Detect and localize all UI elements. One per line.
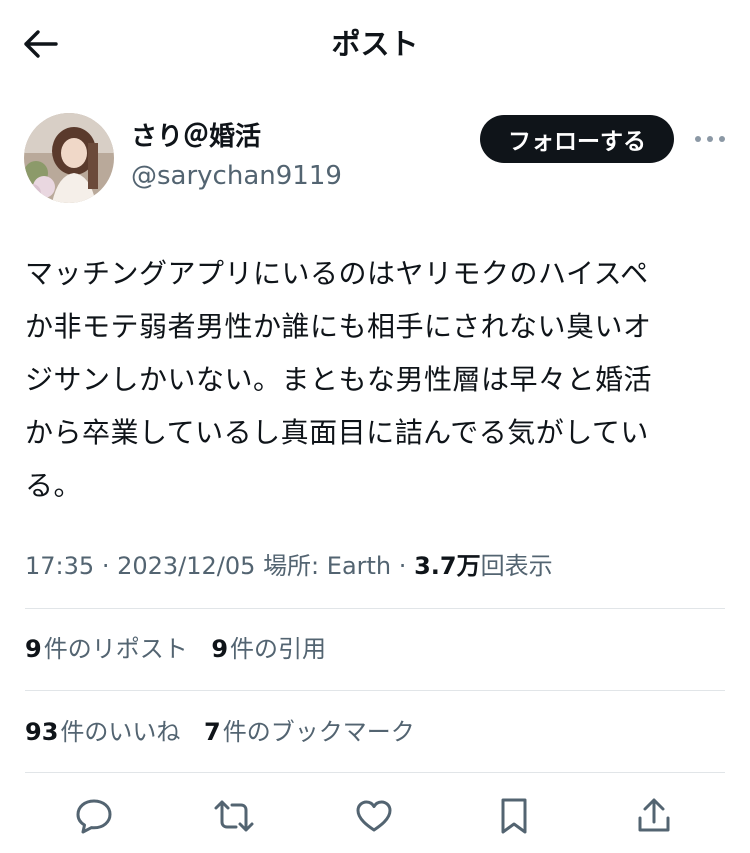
avatar[interactable] xyxy=(24,113,114,203)
share-icon xyxy=(638,798,670,832)
heart-icon xyxy=(356,800,392,832)
likes-label: 件のいいね xyxy=(60,718,181,746)
divider xyxy=(25,608,725,609)
bookmarks-label: 件のブックマーク xyxy=(222,718,415,746)
bookmark-button[interactable] xyxy=(488,790,540,842)
bookmarks-stat[interactable]: 7件のブックマーク xyxy=(204,712,415,752)
reposts-count: 9 xyxy=(25,635,42,663)
user-handle: @sarychan9119 xyxy=(131,161,342,191)
likes-count: 93 xyxy=(25,718,59,746)
tweet-time[interactable]: 17:35 xyxy=(25,552,94,580)
quotes-label: 件の引用 xyxy=(230,635,327,663)
quotes-count: 9 xyxy=(211,635,229,663)
divider xyxy=(25,772,725,773)
like-button[interactable] xyxy=(348,790,400,842)
top-bar: ポスト xyxy=(0,0,750,88)
tweet-meta: 17:35 · 2023/12/05 場所: Earth · 3.7万回表示 xyxy=(25,546,553,586)
views-count[interactable]: 3.7万 xyxy=(414,552,481,580)
reposts-stat[interactable]: 9件のリポスト xyxy=(25,629,188,669)
reply-icon xyxy=(76,799,112,834)
bookmarks-count: 7 xyxy=(204,718,221,746)
bookmark-icon xyxy=(501,798,527,834)
reply-button[interactable] xyxy=(68,790,120,842)
display-name[interactable]: さり＠婚活 xyxy=(131,119,261,155)
stats-row-likes: 93件のいいね 7件のブックマーク xyxy=(25,712,431,752)
tweet-location: 場所: Earth xyxy=(263,552,392,580)
repost-button[interactable] xyxy=(208,790,260,842)
meta-separator: · xyxy=(101,552,110,580)
avatar-image xyxy=(24,113,114,203)
more-button[interactable] xyxy=(690,123,730,155)
page-title: ポスト xyxy=(331,27,419,61)
quotes-stat[interactable]: 9件の引用 xyxy=(211,629,326,669)
views-label: 回表示 xyxy=(480,552,553,580)
tweet-date[interactable]: 2023/12/05 xyxy=(117,552,255,580)
more-icon xyxy=(695,136,725,142)
repost-icon xyxy=(214,800,254,832)
share-button[interactable] xyxy=(628,790,680,842)
divider xyxy=(25,690,725,691)
action-bar xyxy=(0,790,750,842)
meta-separator: · xyxy=(398,552,407,580)
reposts-label: 件のリポスト xyxy=(43,635,188,663)
likes-stat[interactable]: 93件のいいね xyxy=(25,712,180,752)
follow-button[interactable]: フォローする xyxy=(480,115,674,163)
stats-row-reposts: 9件のリポスト 9件の引用 xyxy=(25,629,342,669)
tweet-text: マッチングアプリにいるのはヤリモクのハイスペ か非モテ弱者男性か誰にも相手にされ… xyxy=(25,257,653,502)
